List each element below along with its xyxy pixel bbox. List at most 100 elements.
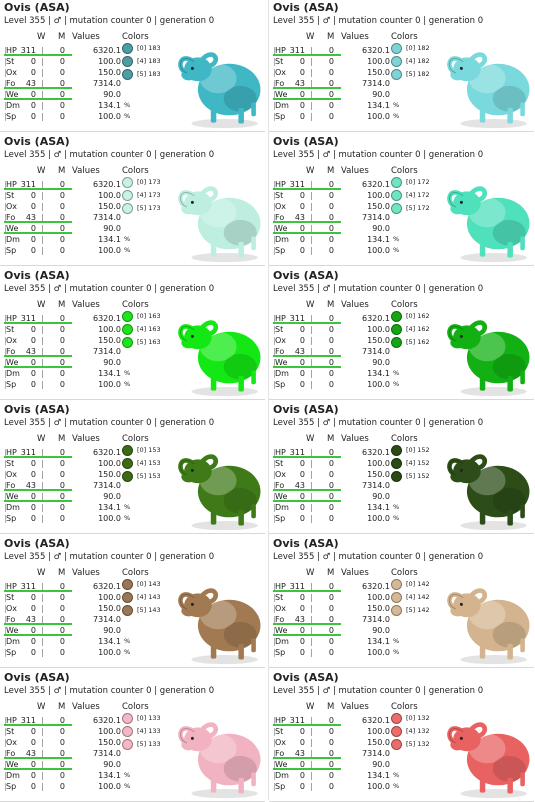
color-swatch[interactable] <box>122 739 133 750</box>
stat-row-hp: HP 311 0 6320.1 | <box>4 447 122 458</box>
stat-mutations: 0 <box>328 246 334 255</box>
color-swatch[interactable] <box>391 592 402 603</box>
stat-row-we: We 0 0 90.0 | <box>273 625 391 636</box>
percent-sign: % <box>393 637 400 645</box>
color-swatch[interactable] <box>391 337 402 348</box>
stat-mutations: 0 <box>59 738 65 747</box>
color-swatch[interactable] <box>122 177 133 188</box>
stat-wild-points: 0 <box>30 727 36 736</box>
creature-card[interactable]: Ovis (ASA) Level 355 | ♂ | mutation count… <box>0 536 265 668</box>
stat-separator: | <box>41 470 44 479</box>
color-swatch[interactable] <box>391 177 402 188</box>
stat-label: Ox <box>275 68 287 77</box>
stat-value: 90.0 <box>103 760 121 769</box>
color-swatch[interactable] <box>122 445 133 456</box>
color-swatch[interactable] <box>391 56 402 67</box>
creature-name: Ovis (ASA) <box>4 1 70 14</box>
color-swatch[interactable] <box>122 69 133 80</box>
stat-separator: | <box>41 738 44 747</box>
color-swatch[interactable] <box>391 726 402 737</box>
creature-card[interactable]: Ovis (ASA) Level 355 | ♂ | mutation count… <box>0 670 265 802</box>
stat-separator: | <box>310 336 313 345</box>
color-swatch[interactable] <box>391 190 402 201</box>
color-swatch[interactable] <box>122 203 133 214</box>
creature-render <box>447 186 530 263</box>
color-swatch[interactable] <box>122 726 133 737</box>
creature-card[interactable]: Ovis (ASA) Level 355 | ♂ | mutation count… <box>269 0 534 132</box>
stat-mutations: 0 <box>59 235 65 244</box>
color-swatch[interactable] <box>122 337 133 348</box>
creature-card[interactable]: Ovis (ASA) Level 355 | ♂ | mutation count… <box>0 134 265 266</box>
stat-value: 90.0 <box>103 224 121 233</box>
creature-card[interactable]: Ovis (ASA) Level 355 | ♂ | mutation count… <box>269 268 534 400</box>
color-swatch[interactable] <box>391 471 402 482</box>
color-swatch[interactable] <box>122 592 133 603</box>
column-header-colors: Colors <box>122 300 149 310</box>
color-swatch[interactable] <box>391 324 402 335</box>
stat-row-fo: Fo 43 0 7314.0 | <box>4 212 122 223</box>
percent-sign: % <box>124 101 131 109</box>
stat-row-fo: Fo 43 0 7314.0 | <box>4 748 122 759</box>
color-swatch[interactable] <box>391 445 402 456</box>
stat-value: 7314.0 <box>362 79 390 88</box>
stat-separator: | <box>310 503 313 512</box>
stat-separator: | <box>310 514 313 523</box>
column-header-m: M <box>327 434 335 444</box>
color-swatch[interactable] <box>122 190 133 201</box>
percent-sign: % <box>124 112 131 120</box>
creature-name: Ovis (ASA) <box>273 135 339 148</box>
color-swatch[interactable] <box>391 713 402 724</box>
color-swatch[interactable] <box>122 579 133 590</box>
color-swatch[interactable] <box>122 605 133 616</box>
color-swatch[interactable] <box>391 579 402 590</box>
creature-render <box>447 52 530 129</box>
stat-row-st: St 0 0 100.0 | <box>4 56 122 67</box>
color-swatch[interactable] <box>122 43 133 54</box>
stat-row-st: St 0 0 100.0 | <box>4 190 122 201</box>
stat-separator: | <box>41 325 44 334</box>
stat-value: 7314.0 <box>362 749 390 758</box>
stat-wild-points: 0 <box>299 68 305 77</box>
stat-mutations: 0 <box>328 782 334 791</box>
creature-card[interactable]: Ovis (ASA) Level 355 | ♂ | mutation count… <box>269 402 534 534</box>
creature-card[interactable]: Ovis (ASA) Level 355 | ♂ | mutation count… <box>0 0 265 132</box>
stat-wild-points: 0 <box>30 503 36 512</box>
color-swatch[interactable] <box>391 605 402 616</box>
stat-value: 7314.0 <box>362 213 390 222</box>
color-swatch[interactable] <box>391 43 402 54</box>
creature-card[interactable]: Ovis (ASA) Level 355 | ♂ | mutation count… <box>0 268 265 400</box>
stat-row-ox: Ox 0 0 150.0 | <box>4 335 122 346</box>
color-swatch[interactable] <box>122 56 133 67</box>
creature-subtitle: Level 355 | ♂ | mutation counter 0 | gen… <box>273 418 484 428</box>
stat-value: 90.0 <box>372 90 390 99</box>
stat-value: 134.1 <box>367 503 390 512</box>
stat-value: 150.0 <box>367 738 390 747</box>
stat-label: St <box>6 191 15 200</box>
stat-value: 100.0 <box>367 593 390 602</box>
creature-card[interactable]: Ovis (ASA) Level 355 | ♂ | mutation count… <box>269 670 534 802</box>
color-swatch[interactable] <box>391 69 402 80</box>
creature-card[interactable]: Ovis (ASA) Level 355 | ♂ | mutation count… <box>269 536 534 668</box>
stat-mutations: 0 <box>328 514 334 523</box>
percent-sign: % <box>393 503 400 511</box>
stat-mutations: 0 <box>59 727 65 736</box>
stat-wild-points: 0 <box>299 101 305 110</box>
color-swatch[interactable] <box>122 311 133 322</box>
color-swatch[interactable] <box>122 458 133 469</box>
color-swatch[interactable] <box>122 471 133 482</box>
color-swatch[interactable] <box>391 458 402 469</box>
stat-separator: | <box>310 202 313 211</box>
color-swatch[interactable] <box>391 311 402 322</box>
color-swatch[interactable] <box>122 324 133 335</box>
stat-row-we: We 0 0 90.0 | <box>273 89 391 100</box>
stat-separator: | <box>310 593 313 602</box>
color-swatch[interactable] <box>391 739 402 750</box>
column-header-m: M <box>327 702 335 712</box>
creature-card[interactable]: Ovis (ASA) Level 355 | ♂ | mutation count… <box>0 402 265 534</box>
creature-card[interactable]: Ovis (ASA) Level 355 | ♂ | mutation count… <box>269 134 534 266</box>
color-swatch[interactable] <box>391 203 402 214</box>
color-swatch[interactable] <box>122 713 133 724</box>
stat-row-we: We 0 0 90.0 | <box>4 357 122 368</box>
stat-label: Dm <box>6 637 20 646</box>
stat-label: St <box>275 593 284 602</box>
